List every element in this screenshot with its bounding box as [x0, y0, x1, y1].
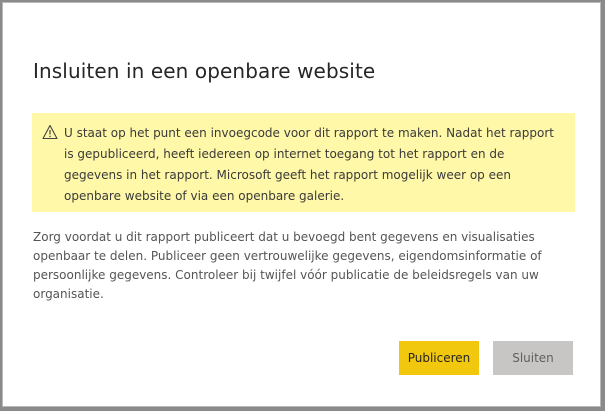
warning-banner: U staat op het punt een invoegcode voor …: [32, 113, 575, 212]
warning-triangle-icon: [42, 124, 58, 140]
close-button[interactable]: Sluiten: [493, 341, 573, 375]
warning-text: U staat op het punt een invoegcode voor …: [64, 126, 554, 203]
body-text: Zorg voordat u dit rapport publiceert da…: [33, 230, 542, 301]
dialog-title: Insluiten in een openbare website: [33, 59, 376, 83]
publish-button[interactable]: Publiceren: [399, 341, 479, 375]
embed-dialog: Insluiten in een openbare website U staa…: [2, 2, 601, 407]
